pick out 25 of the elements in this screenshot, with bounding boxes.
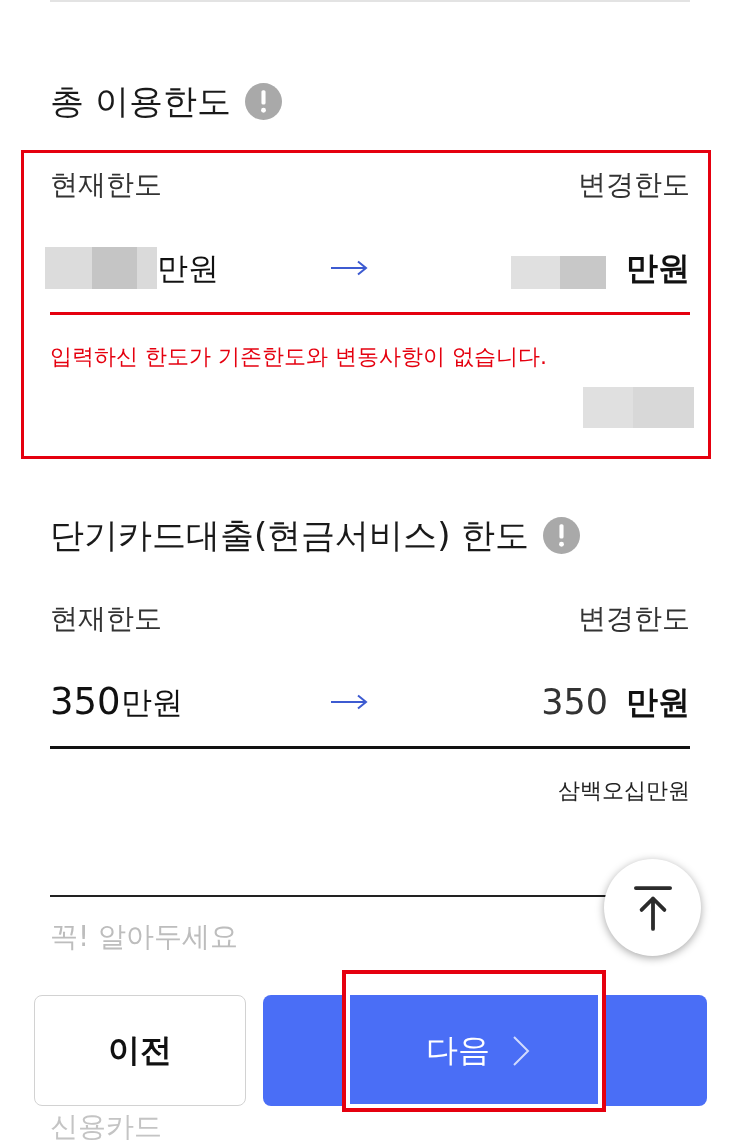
- unit-label: 만원: [157, 249, 219, 288]
- arrow-right-icon: [330, 260, 368, 276]
- unit-label: 만원: [626, 248, 690, 289]
- chevron-right-icon: [512, 1034, 530, 1067]
- section-title: 총 이용한도: [50, 80, 231, 123]
- new-amount: 350: [541, 681, 608, 724]
- exclamation-icon[interactable]: [543, 516, 581, 554]
- unit-label: 만원: [626, 682, 690, 723]
- arrow-right-icon: [330, 694, 368, 710]
- new-limit-label: 변경한도: [578, 602, 690, 636]
- next-button[interactable]: 다음: [263, 995, 707, 1106]
- current-limit-label: 현재한도: [50, 602, 162, 636]
- notice-item: 신용카드: [50, 1112, 162, 1142]
- current-limit-label: 현재한도: [50, 168, 162, 202]
- notice-heading: 꼭! 알아두세요: [50, 920, 239, 954]
- exclamation-icon[interactable]: [244, 82, 282, 120]
- scroll-top-button[interactable]: [604, 859, 701, 956]
- error-message: 입력하신 한도가 기존한도와 변동사항이 없습니다.: [50, 343, 547, 371]
- new-limit-label: 변경한도: [578, 168, 690, 202]
- section-title: 단기카드대출(현금서비스) 한도: [50, 514, 530, 557]
- current-amount: 350: [50, 680, 121, 724]
- amount-in-words: 삼백오십만원: [558, 777, 690, 805]
- previous-button[interactable]: 이전: [34, 995, 246, 1106]
- unit-label: 만원: [120, 683, 183, 722]
- arrow-to-top-icon: [633, 884, 672, 931]
